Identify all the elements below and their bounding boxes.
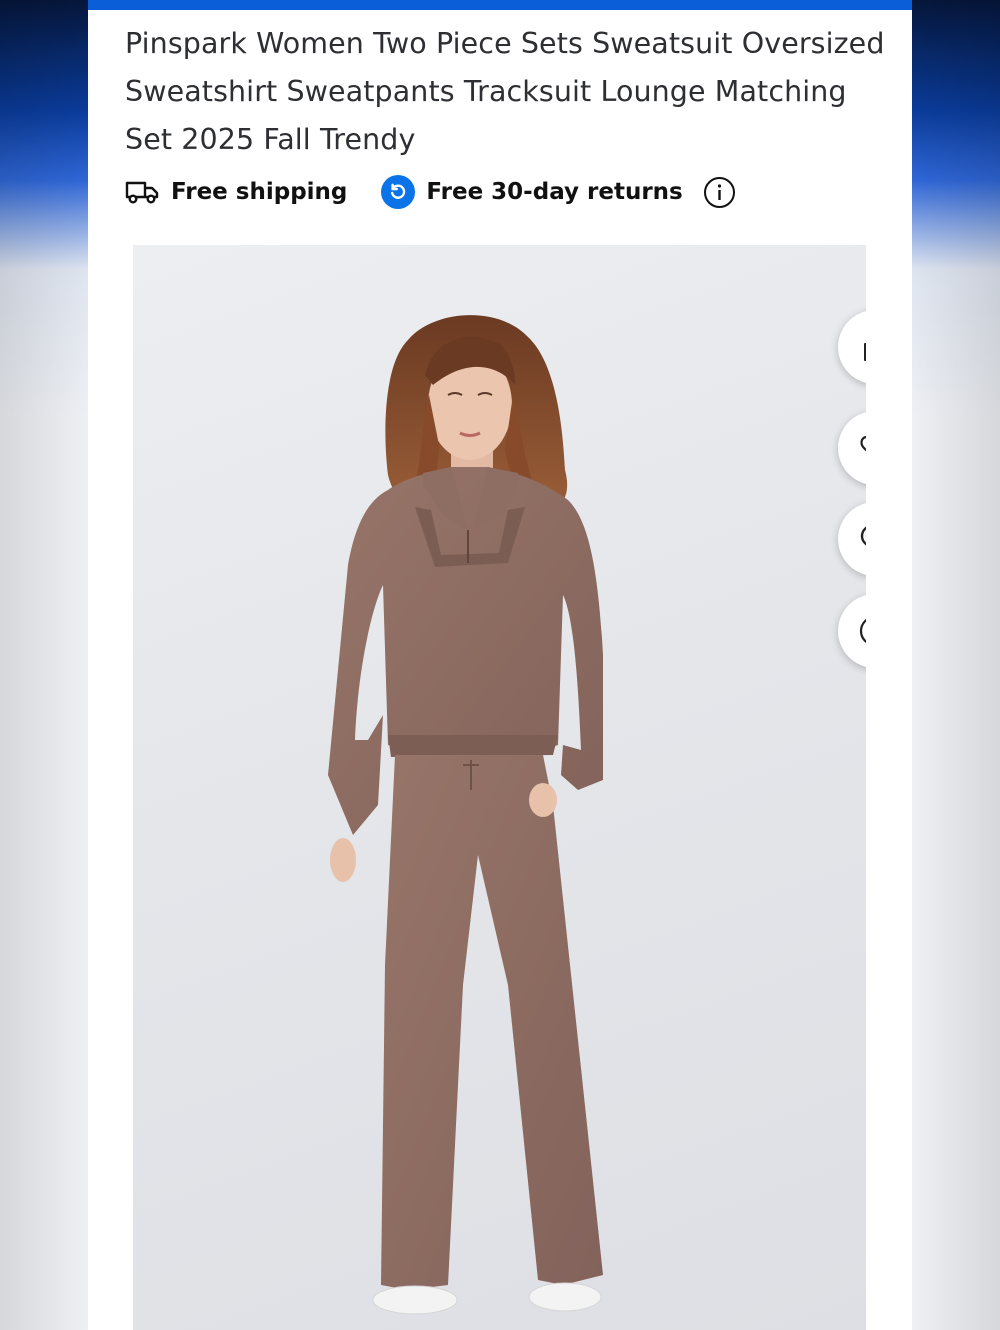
top-accent-bar	[88, 0, 912, 10]
free-returns-badge: Free 30-day returns	[347, 175, 735, 209]
play-icon	[859, 618, 866, 644]
product-photo	[328, 315, 603, 1315]
free-returns-label: Free 30-day returns	[426, 179, 683, 205]
info-icon[interactable]	[703, 176, 736, 209]
free-shipping-label: Free shipping	[171, 179, 348, 205]
product-title: Pinspark Women Two Piece Sets Sweatsuit …	[125, 27, 885, 156]
product-panel: Pinspark Women Two Piece Sets Sweatsuit …	[88, 0, 912, 1330]
heart-icon	[860, 435, 866, 452]
returns-icon	[381, 175, 416, 209]
zoom-in-icon	[860, 526, 866, 546]
free-shipping-badge: Free shipping	[125, 178, 347, 206]
right-backdrop	[912, 0, 1000, 1330]
left-backdrop	[0, 0, 88, 1330]
truck-icon	[125, 178, 159, 206]
product-image[interactable]	[133, 245, 866, 1330]
share-icon	[864, 343, 866, 361]
fulfillment-badges: Free shipping Free 30-day returns	[125, 170, 736, 214]
